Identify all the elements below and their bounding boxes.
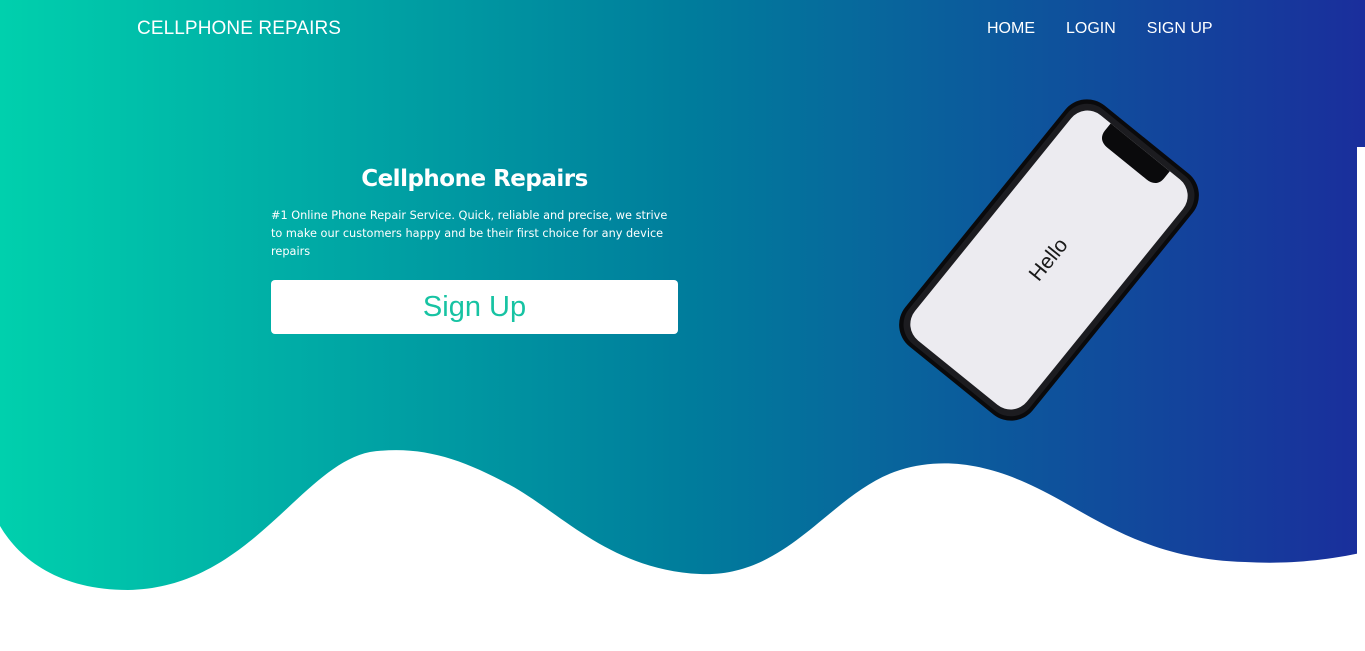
nav-link-sign-up[interactable]: SIGN UP xyxy=(1147,20,1213,38)
top-navigation: HOME LOGIN SIGN UP xyxy=(987,20,1213,38)
smartphone-illustration: Hello xyxy=(893,98,1205,422)
brand-logo-link[interactable]: CELLPHONE REPAIRS xyxy=(137,18,341,40)
sign-up-button[interactable]: Sign Up xyxy=(271,280,678,334)
hero-content: Cellphone Repairs #1 Online Phone Repair… xyxy=(271,163,678,334)
hero-title: Cellphone Repairs xyxy=(361,166,588,192)
nav-link-login[interactable]: LOGIN xyxy=(1066,20,1116,38)
hero-section: CELLPHONE REPAIRS HOME LOGIN SIGN UP Cel… xyxy=(0,0,1365,651)
white-edge-strip xyxy=(1357,147,1365,651)
nav-link-home[interactable]: HOME xyxy=(987,20,1035,38)
smartphone-icon: Hello xyxy=(899,99,1199,421)
hero-description: #1 Online Phone Repair Service. Quick, r… xyxy=(271,209,668,258)
